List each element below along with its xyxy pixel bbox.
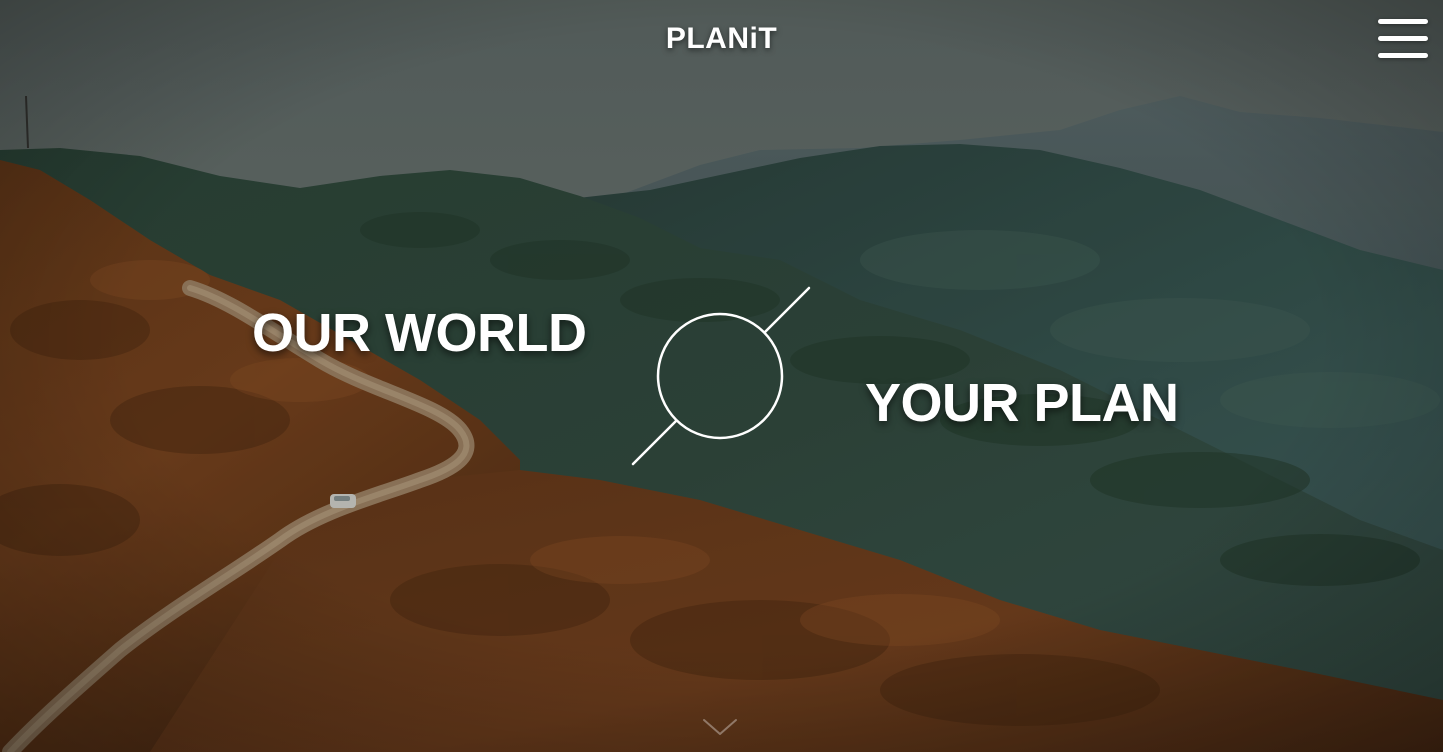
circle-slash-emblem-icon (628, 284, 814, 470)
headline-your-plan: YOUR PLAN (865, 373, 1179, 433)
logo-text[interactable]: PLANiT (666, 22, 777, 55)
headline-our-world: OUR WORLD (252, 303, 587, 363)
chevron-down-icon[interactable] (700, 714, 740, 740)
menu-button[interactable] (1374, 18, 1430, 60)
landing-page: PLANiT OUR WORLD YOUR PLAN (0, 0, 1443, 752)
